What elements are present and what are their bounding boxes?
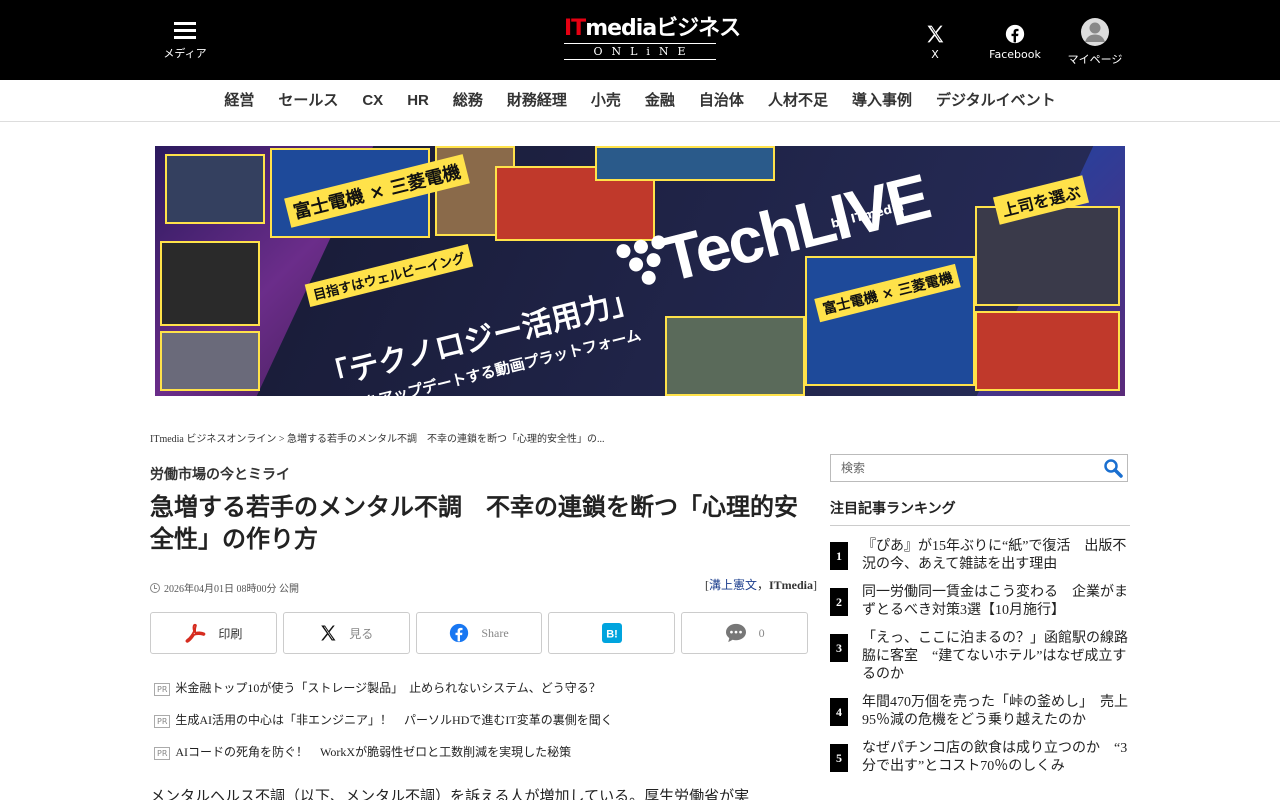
ranking-heading: 注目記事ランキング bbox=[830, 498, 1130, 526]
pr-badge: PR bbox=[154, 715, 171, 728]
banner-thumbnail bbox=[160, 331, 260, 391]
ranking-item[interactable]: 5 なぜパチンコ店の飲食は成り立つのか “3分で出す”とコスト70％のしくみ bbox=[830, 740, 1130, 776]
logo-subtext: ONLiNE bbox=[564, 43, 716, 60]
user-avatar-icon bbox=[1081, 18, 1109, 46]
breadcrumb-separator: > bbox=[276, 434, 288, 445]
mypage-label: マイページ bbox=[1067, 53, 1123, 66]
print-label: 印刷 bbox=[218, 626, 243, 641]
facebook-share-label: Share bbox=[481, 625, 509, 640]
category-link[interactable]: HR bbox=[395, 91, 441, 111]
ranking-item[interactable]: 1 『ぴあ』が15年ぶりに“紙”で復活 出版不況の今、あえて雑誌を出す理由 bbox=[830, 538, 1130, 574]
banner-thumbnail bbox=[665, 316, 805, 396]
pr-link-item[interactable]: PR 生成AI活用の中心は「非エンジニア」！ パーソルHDで進むIT変革の裏側を聞… bbox=[154, 710, 814, 742]
category-list: 経営 セールス CX HR 総務 財務経理 小売 金融 自治体 人材不足 導入事例 デジタルイベント bbox=[212, 91, 1067, 111]
print-button[interactable]: 印刷 bbox=[150, 612, 277, 654]
hatena-bookmark-button[interactable]: B! bbox=[548, 612, 676, 654]
ranking-item[interactable]: 2 同一労働同一賃金はこう変わる 企業がまずとるべき対策3選【10月施行】 bbox=[830, 584, 1130, 620]
ranking-number: 4 bbox=[830, 698, 848, 726]
x-icon bbox=[321, 625, 336, 641]
logo-text: mediaビジネス bbox=[585, 16, 741, 41]
pr-link-text: AIコードの死角を防ぐ！ WorkXが脆弱性ゼロと工数削減を実現した秘策 bbox=[175, 745, 572, 759]
publish-date-text: 2026年04月01日 08時00分 公開 bbox=[164, 584, 299, 595]
ranking-number: 2 bbox=[830, 588, 848, 616]
ranking-item[interactable]: 3 「えっ、ここに泊まるの？」函館駅の線路脇に客室 “建てないホテル”はなぜ成立す… bbox=[830, 630, 1130, 684]
logo-it: IT bbox=[564, 16, 586, 41]
search-button[interactable] bbox=[1099, 455, 1127, 481]
publisher-name: ITmedia bbox=[768, 578, 813, 592]
banner-thumbnail bbox=[975, 206, 1120, 306]
banner-thumbnail bbox=[975, 311, 1120, 391]
author-credit: [溝上憲文，ITmedia] bbox=[704, 578, 817, 592]
category-link[interactable]: CX bbox=[350, 91, 395, 111]
x-icon bbox=[927, 25, 944, 43]
search-input[interactable] bbox=[831, 455, 1099, 481]
category-link[interactable]: 総務 bbox=[441, 91, 495, 111]
facebook-icon bbox=[450, 623, 469, 643]
media-menu-button[interactable]: メディア bbox=[160, 22, 210, 61]
ranking-article-title: 『ぴあ』が15年ぶりに“紙”で復活 出版不況の今、あえて雑誌を出す理由 bbox=[862, 539, 1127, 572]
article-body-paragraph: メンタルヘルス不調（以下、メンタル不調）を訴える人が増加している。厚生労働省が実 bbox=[150, 789, 750, 800]
category-link[interactable]: 財務経理 bbox=[495, 91, 579, 111]
x-share-button[interactable]: 見る bbox=[282, 612, 410, 654]
category-link[interactable]: セールス bbox=[266, 91, 350, 111]
techlive-banner[interactable]: TechLIVE by ITmedia 「テクノロジー活用力」 をアップデートす… bbox=[155, 146, 1125, 396]
pr-link-list: PR 米金融トップ10が使う「ストレージ製品」 止められないシステム、どう守る？ P… bbox=[154, 678, 814, 774]
search-icon bbox=[1104, 459, 1123, 478]
pr-link-item[interactable]: PR AIコードの死角を防ぐ！ WorkXが脆弱性ゼロと工数削減を実現した秘策 bbox=[154, 742, 814, 774]
share-toolbar: 印刷 見る Share B! 0 bbox=[150, 612, 808, 654]
hatena-bookmark-icon: B! bbox=[601, 623, 622, 643]
article-title: 急増する若手のメンタル不調 不幸の連鎖を断つ「心理的安全性」の作り方 bbox=[150, 494, 798, 553]
x-share-label: 見る bbox=[349, 626, 374, 641]
mypage-link[interactable]: マイページ bbox=[1060, 17, 1130, 67]
x-label: X bbox=[931, 48, 939, 61]
hamburger-icon bbox=[174, 22, 196, 40]
series-title[interactable]: 労働市場の今とミライ bbox=[150, 464, 290, 484]
banner-thumbnail bbox=[595, 146, 775, 181]
category-nav: 経営 セールス CX HR 総務 財務経理 小売 金融 自治体 人材不足 導入事例 デジタルイベント bbox=[0, 80, 1280, 122]
ranking-article-title: 同一労働同一賃金はこう変わる 企業がまずとるべき対策3選【10月施行】 bbox=[862, 585, 1128, 618]
category-link[interactable]: 導入事例 bbox=[840, 91, 924, 111]
ranking-item[interactable]: 4 年間470万個を売った「峠の釜めし」 売上95％減の危機をどう乗り越えたのか bbox=[830, 694, 1130, 730]
category-link[interactable]: 経営 bbox=[212, 91, 266, 111]
x-share-link[interactable]: X bbox=[900, 24, 970, 61]
media-menu-label: メディア bbox=[163, 47, 207, 60]
banner-thumbnail bbox=[165, 154, 265, 224]
pr-badge: PR bbox=[154, 747, 171, 760]
ranking-number: 1 bbox=[830, 542, 848, 570]
clock-icon bbox=[150, 582, 160, 593]
category-link[interactable]: 金融 bbox=[633, 91, 687, 111]
pr-link-text: 米金融トップ10が使う「ストレージ製品」 止められないシステム、どう守る？ bbox=[175, 681, 601, 695]
pr-link-item[interactable]: PR 米金融トップ10が使う「ストレージ製品」 止められないシステム、どう守る？ bbox=[154, 678, 814, 710]
facebook-label: Facebook bbox=[989, 48, 1041, 61]
facebook-icon bbox=[1005, 24, 1025, 44]
facebook-share-button[interactable]: Share bbox=[415, 612, 543, 654]
category-link[interactable]: 小売 bbox=[579, 91, 633, 111]
category-link[interactable]: デジタルイベント bbox=[924, 91, 1068, 111]
author-link[interactable]: 溝上憲文 bbox=[709, 578, 757, 592]
breadcrumb: ITmedia ビジネスオンライン > 急増する若手のメンタル不調 不幸の連鎖を… bbox=[150, 430, 810, 445]
ranking-number: 3 bbox=[830, 634, 848, 662]
ranking-article-title: なぜパチンコ店の飲食は成り立つのか “3分で出す”とコスト70％のしくみ bbox=[862, 741, 1128, 774]
pr-link-text: 生成AI活用の中心は「非エンジニア」！ パーソルHDで進むIT変革の裏側を聞く bbox=[175, 713, 613, 727]
comment-count: 0 bbox=[758, 625, 765, 640]
facebook-link[interactable]: Facebook bbox=[980, 24, 1050, 61]
ranking-number: 5 bbox=[830, 744, 848, 772]
pr-badge: PR bbox=[154, 683, 171, 696]
publish-date: 2026年04月01日 08時00分 公開 bbox=[150, 580, 299, 595]
pdf-print-icon bbox=[185, 623, 206, 643]
banner-thumbnail bbox=[160, 241, 260, 326]
category-link[interactable]: 自治体 bbox=[687, 91, 756, 111]
comments-button[interactable]: 0 bbox=[681, 612, 808, 654]
site-logo[interactable]: ITmediaビジネス ONLiNE bbox=[564, 16, 741, 60]
comment-icon bbox=[725, 623, 746, 643]
category-link[interactable]: 人材不足 bbox=[756, 91, 840, 111]
ranking-article-title: 年間470万個を売った「峠の釜めし」 売上95％減の危機をどう乗り越えたのか bbox=[862, 695, 1128, 728]
ranking-article-title: 「えっ、ここに泊まるの？」函館駅の線路脇に客室 “建てないホテル”はなぜ成立する… bbox=[862, 631, 1128, 682]
svg-text:B!: B! bbox=[606, 629, 618, 641]
breadcrumb-current: 急増する若手のメンタル不調 不幸の連鎖を断つ「心理的安全性」の... bbox=[287, 434, 605, 445]
ranking-list: 1 『ぴあ』が15年ぶりに“紙”で復活 出版不況の今、あえて雑誌を出す理由 2 同一労… bbox=[830, 538, 1130, 786]
site-search bbox=[830, 454, 1128, 482]
site-header: メディア ITmediaビジネス ONLiNE X Facebook マイページ bbox=[0, 0, 1280, 80]
breadcrumb-home-link[interactable]: ITmedia ビジネスオンライン bbox=[150, 434, 276, 445]
